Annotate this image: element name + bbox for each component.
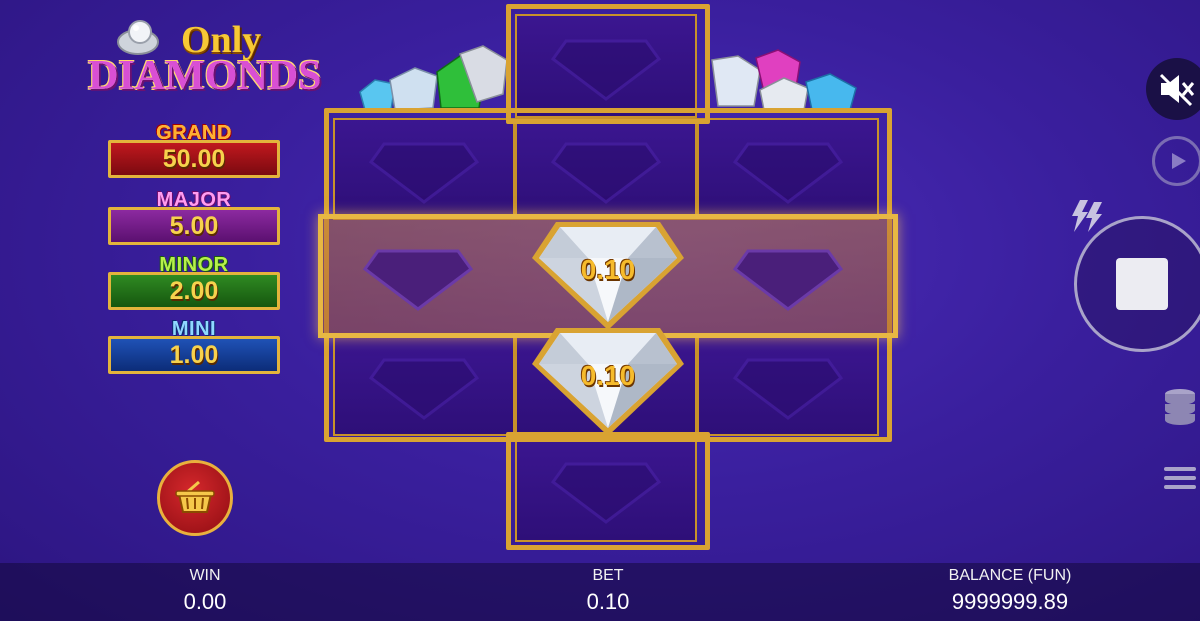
- basket-icon: [175, 480, 215, 513]
- game-logo: Only DIAMONDS: [86, 14, 321, 104]
- diamond-silhouette-icon: [733, 249, 843, 311]
- diamond-silhouette-icon: [363, 249, 473, 311]
- reel-cell: [697, 118, 879, 220]
- pearl-diamond-icon: [117, 20, 159, 55]
- status-bar: WIN 0.00 BET 0.10 BALANCE (FUN) 9999999.…: [0, 563, 1200, 621]
- diamond-symbol: 0.10: [528, 322, 688, 440]
- diamond-silhouette-icon: [369, 358, 479, 420]
- diamond-silhouette-icon: [551, 462, 661, 524]
- win-display: WIN 0.00: [150, 567, 260, 615]
- gem-pile-right: [711, 49, 857, 111]
- diamond-value: 0.10: [580, 360, 636, 391]
- jackpot-grand-value: 50.00: [108, 140, 280, 178]
- jackpot-minor-label: MINOR: [159, 254, 229, 276]
- speaker-muted-icon: [1159, 73, 1195, 107]
- gem-pile-left: [359, 45, 508, 111]
- diamond-silhouette-icon: [733, 358, 843, 420]
- spin-stop-button[interactable]: [1074, 216, 1200, 352]
- jackpot-minor-value: 2.00: [108, 272, 280, 310]
- diamond-symbol: 0.10: [528, 216, 688, 334]
- autoplay-button[interactable]: [1152, 136, 1200, 186]
- reel-cell: [515, 436, 697, 542]
- balance-label: BALANCE (FUN): [948, 567, 1072, 584]
- reel-cell: [333, 118, 515, 220]
- jackpot-major-value: 5.00: [108, 207, 280, 245]
- jackpot-mini-label: MINI: [171, 318, 217, 340]
- diamond-silhouette-icon: [733, 142, 843, 204]
- buy-feature-button[interactable]: [157, 460, 233, 536]
- reel-cell: [333, 334, 515, 436]
- autoplay-icon: [1172, 153, 1186, 169]
- coin-stack-icon: [1165, 389, 1195, 425]
- jackpot-major-label: MAJOR: [156, 189, 232, 211]
- win-value: 0.00: [183, 589, 227, 614]
- mute-button[interactable]: [1146, 58, 1200, 120]
- jackpot-grand-label: GRAND: [156, 122, 232, 144]
- jackpot-minor: 2.00 MINOR: [108, 254, 280, 310]
- menu-button[interactable]: [1154, 452, 1200, 504]
- bet-display: BET 0.10: [548, 567, 668, 615]
- diamond-silhouette-icon: [551, 39, 661, 101]
- bet-label: BET: [592, 567, 624, 584]
- balance-display: BALANCE (FUN) 9999999.89: [920, 567, 1100, 615]
- stop-icon: [1116, 258, 1168, 310]
- diamond-value: 0.10: [580, 254, 636, 285]
- reel-cell: [515, 118, 697, 220]
- hamburger-menu-icon: [1164, 467, 1196, 489]
- balance-value: 9999999.89: [951, 589, 1069, 614]
- diamond-silhouette-icon: [369, 142, 479, 204]
- jackpot-major: 5.00 MAJOR: [108, 189, 280, 245]
- jackpot-mini-value: 1.00: [108, 336, 280, 374]
- jackpot-grand: 50.00 GRAND: [108, 122, 280, 178]
- bet-value: 0.10: [586, 589, 630, 614]
- bet-button[interactable]: [1154, 380, 1200, 432]
- jackpot-mini: 1.00 MINI: [108, 318, 280, 374]
- win-label: WIN: [189, 567, 221, 584]
- logo-text-diamonds: DIAMONDS: [88, 53, 322, 99]
- diamond-silhouette-icon: [551, 142, 661, 204]
- reel-cell: [515, 14, 697, 118]
- reel-cell: [697, 334, 879, 436]
